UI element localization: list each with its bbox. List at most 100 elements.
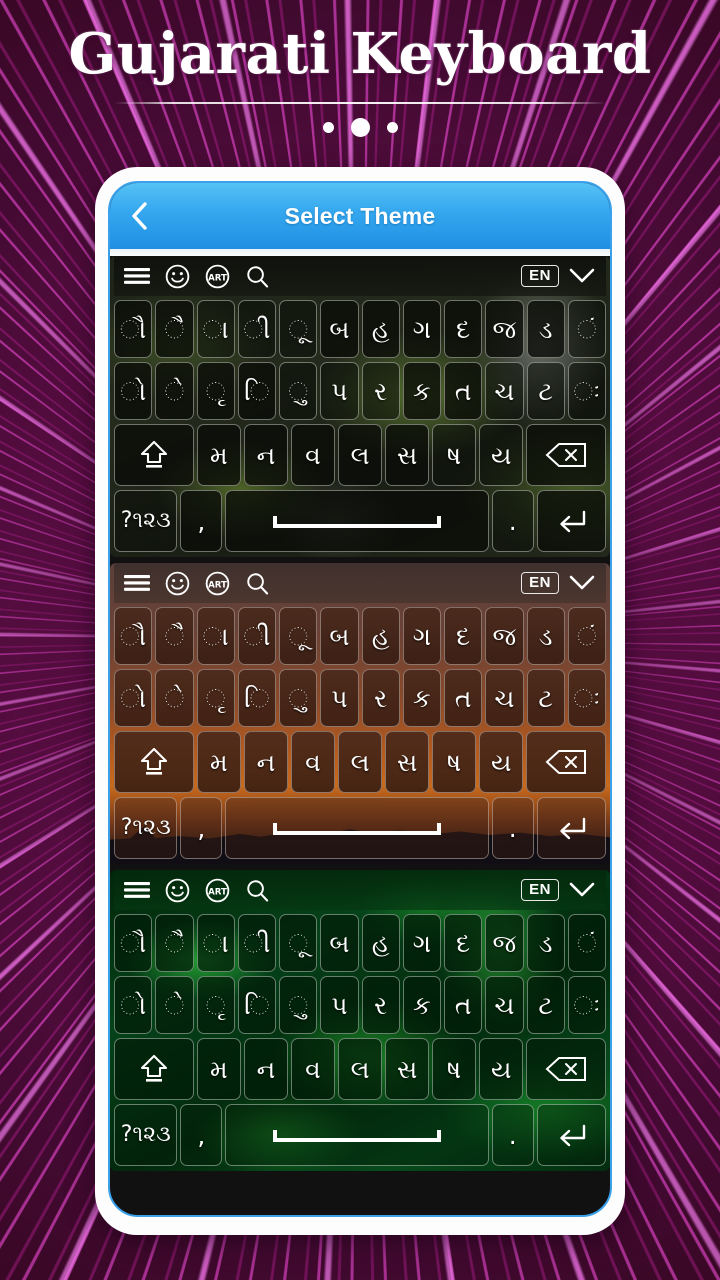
period-key[interactable]: . [491,490,534,552]
key[interactable]: બ [320,300,359,358]
smiley-face-icon[interactable] [165,878,190,903]
key[interactable]: ચ [485,976,524,1034]
spacebar-key[interactable] [225,490,489,552]
search-icon[interactable] [245,264,270,289]
key[interactable]: ૂ [279,914,318,972]
key[interactable]: ો [114,669,153,727]
key[interactable]: ી [237,300,276,358]
key[interactable]: ન [243,731,288,793]
key[interactable]: ટ [526,669,565,727]
key[interactable]: દ [444,300,483,358]
key[interactable]: ડ [526,300,565,358]
period-key[interactable]: . [491,797,534,859]
key[interactable]: ૃ [196,976,235,1034]
theme-list[interactable]: ART EN ૌ ૈ ા ી ૂ બ હ ગ દ જ ડ ં ો ે ૃ િ ુ… [110,256,610,1215]
key[interactable]: સ [385,1038,430,1100]
key[interactable]: વ [290,1038,335,1100]
key[interactable]: હ [361,607,400,665]
key[interactable]: મ [196,731,241,793]
language-badge[interactable]: EN [521,265,559,287]
key[interactable]: ી [237,914,276,972]
key[interactable]: જ [485,914,524,972]
key[interactable]: ડ [526,607,565,665]
key[interactable]: ૈ [155,300,194,358]
theme-card-forest[interactable]: ART EN ૌ ૈ ા ી ૂ બ હ ગ દ જ ડ ં ો ે ૃ િ ુ… [110,256,610,557]
numeric-key[interactable]: ?૧૨૩ [114,797,178,859]
smiley-face-icon[interactable] [165,264,190,289]
key[interactable]: વ [290,424,335,486]
key[interactable]: ૃ [196,669,235,727]
art-circle-icon[interactable]: ART [205,571,230,596]
art-circle-icon[interactable]: ART [205,264,230,289]
key[interactable]: પ [320,669,359,727]
key[interactable]: ૈ [155,607,194,665]
enter-key[interactable] [536,1104,606,1166]
key[interactable]: ા [196,607,235,665]
hamburger-menu-icon[interactable] [124,267,150,285]
key[interactable]: વ [290,731,335,793]
key[interactable]: ૌ [114,300,153,358]
chevron-down-icon[interactable] [568,574,596,592]
key[interactable]: ં [567,300,606,358]
key[interactable]: ૃ [196,362,235,420]
key[interactable]: ત [444,362,483,420]
key[interactable]: ટ [526,362,565,420]
hamburger-menu-icon[interactable] [124,881,150,899]
shift-key[interactable] [114,424,194,486]
key[interactable]: ગ [402,300,441,358]
key[interactable]: ુ [279,362,318,420]
key[interactable]: બ [320,607,359,665]
key[interactable]: ઃ [567,976,606,1034]
key[interactable]: મ [196,424,241,486]
key[interactable]: ય [479,1038,524,1100]
key[interactable]: લ [337,424,383,486]
key[interactable]: ી [237,607,276,665]
spacebar-key[interactable] [225,1104,489,1166]
enter-key[interactable] [536,490,606,552]
key[interactable]: ર [361,976,400,1034]
theme-card-sunset[interactable]: ART EN ૌ ૈ ા ી ૂ બ હ ગ દ જ ડ ં ો ે ૃ િ ુ… [110,563,610,864]
key[interactable]: ય [479,731,524,793]
key[interactable]: ૌ [114,914,153,972]
key[interactable]: ૂ [279,607,318,665]
key[interactable]: ષ [432,424,477,486]
backspace-key[interactable] [526,731,607,793]
key[interactable]: હ [361,300,400,358]
numeric-key[interactable]: ?૧૨૩ [114,1104,178,1166]
key[interactable]: પ [320,362,359,420]
key[interactable]: ઃ [567,669,606,727]
key[interactable]: ુ [279,669,318,727]
key[interactable]: ં [567,914,606,972]
key[interactable]: ગ [402,607,441,665]
key[interactable]: મ [196,1038,241,1100]
key[interactable]: સ [385,424,430,486]
numeric-key[interactable]: ?૧૨૩ [114,490,178,552]
key[interactable]: ે [155,669,194,727]
key[interactable]: ન [243,1038,288,1100]
key[interactable]: ે [155,362,194,420]
key[interactable]: દ [444,607,483,665]
key[interactable]: ો [114,362,153,420]
chevron-down-icon[interactable] [568,881,596,899]
key[interactable]: જ [485,300,524,358]
key[interactable]: ુ [279,976,318,1034]
key[interactable]: જ [485,607,524,665]
key[interactable]: ષ [432,1038,477,1100]
key[interactable]: િ [237,669,276,727]
key[interactable]: ત [444,669,483,727]
backspace-key[interactable] [526,1038,607,1100]
key[interactable]: ૈ [155,914,194,972]
key[interactable]: બ [320,914,359,972]
key[interactable]: ૌ [114,607,153,665]
key[interactable]: ક [402,362,441,420]
search-icon[interactable] [245,878,270,903]
shift-key[interactable] [114,731,194,793]
hamburger-menu-icon[interactable] [124,574,150,592]
key[interactable]: ા [196,300,235,358]
key[interactable]: ડ [526,914,565,972]
key[interactable]: લ [337,731,383,793]
key[interactable]: ક [402,976,441,1034]
key[interactable]: ન [243,424,288,486]
comma-key[interactable]: , [180,797,223,859]
backspace-key[interactable] [526,424,607,486]
